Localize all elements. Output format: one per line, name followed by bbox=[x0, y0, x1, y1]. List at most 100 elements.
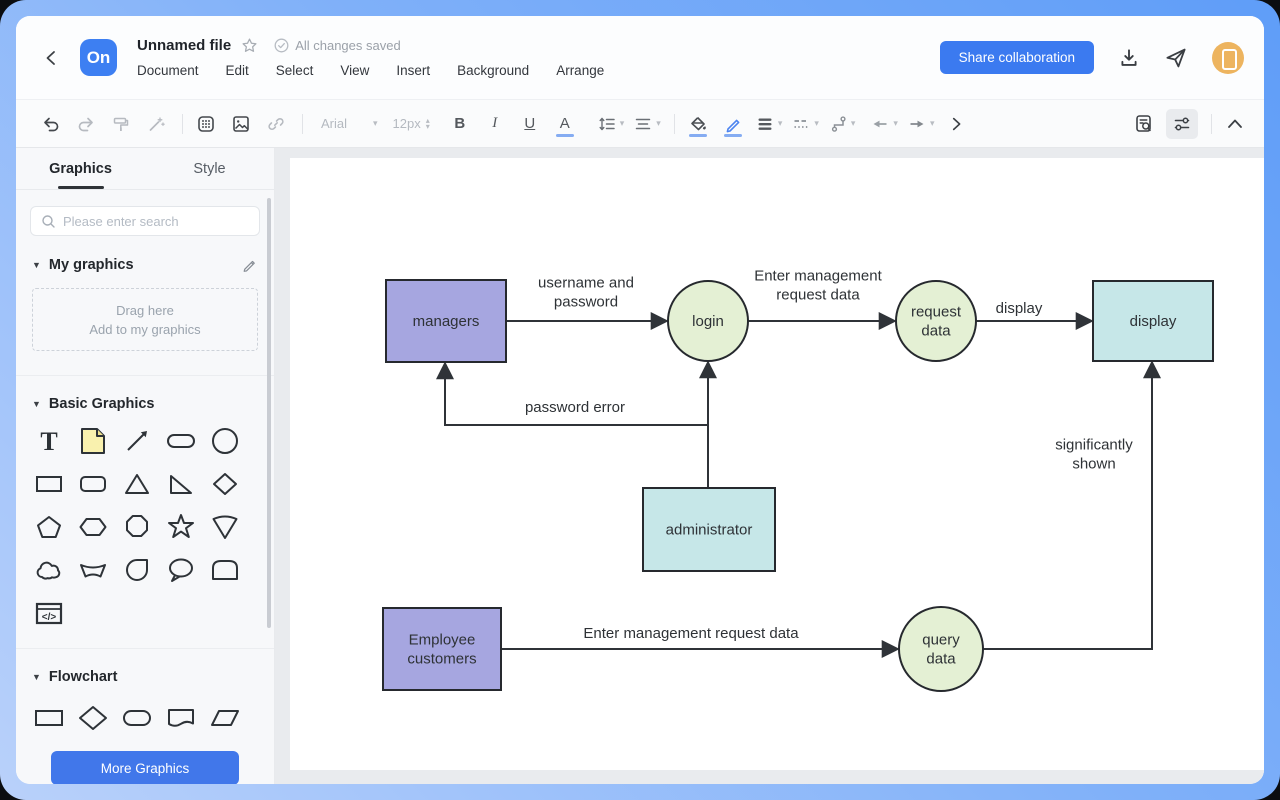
tab-style[interactable]: Style bbox=[145, 148, 274, 189]
flowchart-terminator-icon[interactable] bbox=[120, 701, 154, 735]
query-data-node[interactable] bbox=[899, 607, 983, 691]
flowchart-document-icon[interactable] bbox=[164, 701, 198, 735]
svg-text:</>: </> bbox=[42, 612, 57, 623]
underline-button[interactable]: U bbox=[517, 109, 543, 139]
shape-sticky-note-icon[interactable] bbox=[76, 424, 110, 458]
tab-graphics[interactable]: Graphics bbox=[16, 148, 145, 189]
collapse-triangle-icon: ▼ bbox=[32, 260, 41, 270]
menu-insert[interactable]: Insert bbox=[396, 63, 430, 78]
shape-pentagon-icon[interactable] bbox=[32, 510, 66, 544]
bold-button[interactable]: B bbox=[447, 109, 473, 139]
edge-label-significantly-shown[interactable]: significantlyshown bbox=[1055, 437, 1133, 473]
send-icon[interactable] bbox=[1164, 46, 1188, 70]
undo-button[interactable] bbox=[38, 109, 64, 139]
employee-customers-node[interactable] bbox=[383, 608, 501, 690]
menu-arrange[interactable]: Arrange bbox=[556, 63, 604, 78]
menu-background[interactable]: Background bbox=[457, 63, 529, 78]
more-graphics-button[interactable]: More Graphics bbox=[51, 751, 239, 784]
back-chevron-icon bbox=[42, 48, 62, 68]
collapse-toolbar-button[interactable] bbox=[1222, 109, 1248, 139]
drag-drop-zone[interactable]: Drag here Add to my graphics bbox=[32, 288, 258, 351]
line-spacing-button[interactable]: ▾ bbox=[597, 109, 625, 139]
redo-button[interactable] bbox=[73, 109, 99, 139]
redo-icon bbox=[76, 114, 96, 134]
display-node-label[interactable]: display bbox=[1130, 313, 1177, 330]
favorite-star-icon[interactable] bbox=[241, 37, 258, 54]
edge-label-password-error[interactable]: password error bbox=[525, 399, 625, 416]
shape-cloud-icon[interactable] bbox=[32, 553, 66, 587]
my-graphics-header[interactable]: ▼ My graphics bbox=[32, 256, 258, 273]
shape-octagon-icon[interactable] bbox=[120, 510, 154, 544]
shape-diamond-icon[interactable] bbox=[208, 467, 242, 501]
shape-teardrop-icon[interactable] bbox=[120, 553, 154, 587]
edge-label-enter-management-bottom[interactable]: Enter management request data bbox=[583, 625, 799, 642]
flowchart-header[interactable]: ▼ Flowchart bbox=[32, 669, 258, 685]
text-align-button[interactable]: ▾ bbox=[633, 109, 661, 139]
italic-button[interactable]: I bbox=[482, 109, 508, 139]
shape-right-triangle-icon[interactable] bbox=[164, 467, 198, 501]
fill-color-button[interactable] bbox=[685, 109, 711, 139]
administrator-node-label[interactable]: administrator bbox=[666, 522, 753, 539]
back-button[interactable] bbox=[38, 44, 66, 72]
stepper-arrows-icon: ▴▾ bbox=[426, 118, 430, 130]
find-in-document-button[interactable] bbox=[1131, 109, 1157, 139]
flowchart-data-icon[interactable] bbox=[208, 701, 242, 735]
shape-curved-trapezoid-icon[interactable] bbox=[76, 553, 110, 587]
insert-image-button[interactable] bbox=[228, 109, 254, 139]
edge-query-data-display[interactable] bbox=[983, 363, 1152, 649]
shape-hexagon-icon[interactable] bbox=[76, 510, 110, 544]
flowchart-decision-icon[interactable] bbox=[76, 701, 110, 735]
flowchart-process-icon[interactable] bbox=[32, 701, 66, 735]
arrow-end-button[interactable]: ▾ bbox=[907, 109, 935, 139]
line-weight-button[interactable]: ▾ bbox=[755, 109, 783, 139]
search-input[interactable] bbox=[63, 214, 249, 229]
shape-rounded-rectangle-icon[interactable] bbox=[76, 467, 110, 501]
share-collaboration-button[interactable]: Share collaboration bbox=[940, 41, 1094, 74]
font-size-stepper[interactable]: 12px ▴▾ bbox=[393, 109, 430, 139]
format-painter-button[interactable] bbox=[108, 109, 134, 139]
login-node-label[interactable]: login bbox=[692, 313, 724, 330]
chevron-down-icon: ▾ bbox=[930, 118, 935, 129]
shape-stadium-icon[interactable] bbox=[164, 424, 198, 458]
request-data-node[interactable] bbox=[896, 281, 976, 361]
font-family-select[interactable]: Arial ▾ bbox=[321, 109, 378, 139]
basic-graphics-header[interactable]: ▼ Basic Graphics bbox=[32, 396, 258, 412]
download-icon[interactable] bbox=[1118, 47, 1140, 69]
shape-half-rounded-rect-icon[interactable] bbox=[208, 553, 242, 587]
shape-code-block-icon[interactable]: </> bbox=[32, 596, 66, 630]
line-style-button[interactable]: ▾ bbox=[791, 109, 819, 139]
shape-cone-icon[interactable] bbox=[208, 510, 242, 544]
shape-arrow-icon[interactable] bbox=[120, 424, 154, 458]
bold-label: B bbox=[454, 115, 465, 132]
menu-view[interactable]: View bbox=[340, 63, 369, 78]
arrow-start-button[interactable]: ▾ bbox=[870, 109, 898, 139]
shape-text-icon[interactable]: T bbox=[32, 424, 66, 458]
font-color-button[interactable]: A bbox=[552, 109, 578, 139]
menu-document[interactable]: Document bbox=[137, 63, 199, 78]
file-name[interactable]: Unnamed file bbox=[137, 37, 231, 54]
shape-triangle-icon[interactable] bbox=[120, 467, 154, 501]
edge-label-enter-management-top[interactable]: Enter managementrequest data bbox=[754, 268, 882, 304]
template-button[interactable] bbox=[193, 109, 219, 139]
more-tools-button[interactable] bbox=[943, 109, 969, 139]
connector-type-button[interactable]: ▾ bbox=[828, 109, 856, 139]
shape-star-icon[interactable] bbox=[164, 510, 198, 544]
app-logo[interactable]: On bbox=[80, 39, 117, 76]
panel-settings-button[interactable] bbox=[1166, 109, 1198, 139]
menu-select[interactable]: Select bbox=[276, 63, 314, 78]
edge-label-display-edge[interactable]: display bbox=[996, 300, 1043, 317]
user-avatar[interactable] bbox=[1212, 42, 1244, 74]
shape-circle-icon[interactable] bbox=[208, 424, 242, 458]
managers-node-label[interactable]: managers bbox=[413, 313, 480, 330]
shape-speech-bubble-icon[interactable] bbox=[164, 553, 198, 587]
shape-rectangle-icon[interactable] bbox=[32, 467, 66, 501]
stroke-color-button[interactable] bbox=[720, 109, 746, 139]
edge-label-username-password[interactable]: username andpassword bbox=[538, 275, 634, 311]
magic-wand-button[interactable] bbox=[143, 109, 169, 139]
sidebar-tabs: Graphics Style bbox=[16, 148, 274, 190]
graphics-search[interactable] bbox=[30, 206, 260, 236]
hyperlink-button[interactable] bbox=[263, 109, 289, 139]
sidebar-scrollbar[interactable] bbox=[267, 198, 271, 628]
edit-pencil-icon[interactable] bbox=[241, 256, 258, 273]
menu-edit[interactable]: Edit bbox=[226, 63, 249, 78]
